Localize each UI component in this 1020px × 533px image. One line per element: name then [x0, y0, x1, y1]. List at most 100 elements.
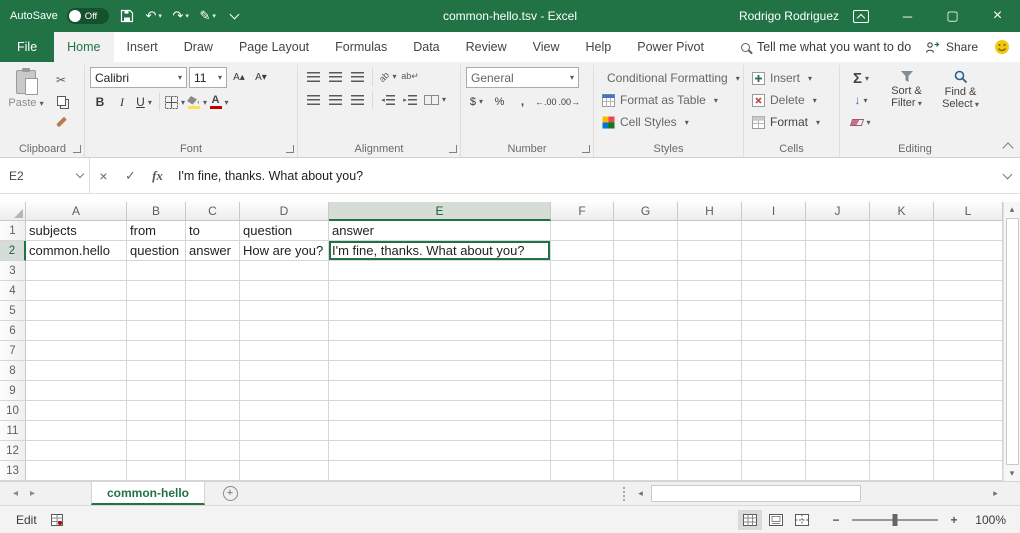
row-header-11[interactable]: 11 [0, 421, 26, 441]
cell-B2[interactable]: question [127, 241, 186, 261]
cell-J3[interactable] [806, 261, 870, 281]
column-header-E[interactable]: E [329, 202, 551, 221]
cell-E9[interactable] [329, 381, 551, 401]
horizontal-scrollbar[interactable]: ◂ ▸ [632, 482, 1004, 505]
row-header-4[interactable]: 4 [0, 281, 26, 301]
cell-L4[interactable] [934, 281, 1003, 301]
tab-power-pivot[interactable]: Power Pivot [624, 32, 717, 62]
column-header-H[interactable]: H [678, 202, 742, 221]
cell-I3[interactable] [742, 261, 806, 281]
underline-button[interactable]: U [134, 92, 154, 112]
align-left-button[interactable] [303, 90, 323, 109]
zoom-in-button[interactable]: + [947, 513, 961, 527]
select-all-button[interactable] [0, 202, 26, 221]
scroll-left-icon[interactable]: ◂ [632, 488, 649, 499]
italic-button[interactable]: I [112, 92, 132, 112]
cell-E12[interactable] [329, 441, 551, 461]
row-header-10[interactable]: 10 [0, 401, 26, 421]
autosave-toggle[interactable]: Off [67, 8, 109, 24]
vertical-scroll-thumb[interactable] [1006, 218, 1019, 465]
cell-G9[interactable] [614, 381, 678, 401]
page-layout-view-button[interactable] [764, 510, 788, 530]
merge-center-button[interactable] [422, 90, 448, 109]
cell-D4[interactable] [240, 281, 329, 301]
cell-I2[interactable] [742, 241, 806, 261]
cell-J8[interactable] [806, 361, 870, 381]
font-size-select[interactable]: 11 [189, 67, 227, 88]
column-header-G[interactable]: G [614, 202, 678, 221]
cell-K13[interactable] [870, 461, 934, 481]
sheet-nav-left-icon[interactable]: ◂ [7, 488, 24, 499]
cell-C5[interactable] [186, 301, 240, 321]
undo-button[interactable]: ↶ [145, 5, 163, 27]
align-middle-button[interactable] [325, 67, 345, 86]
cell-B1[interactable]: from [127, 221, 186, 241]
cell-D11[interactable] [240, 421, 329, 441]
new-sheet-button[interactable]: + [219, 483, 241, 505]
row-header-9[interactable]: 9 [0, 381, 26, 401]
align-center-button[interactable] [325, 90, 345, 109]
redo-button[interactable]: ↷ [172, 5, 190, 27]
cell-B13[interactable] [127, 461, 186, 481]
name-box[interactable]: E2 [0, 158, 90, 193]
minimize-button[interactable]: ─ [885, 0, 930, 32]
cell-F3[interactable] [551, 261, 614, 281]
sort-filter-button[interactable]: Sort & Filter [882, 67, 931, 132]
font-family-select[interactable]: Calibri [90, 67, 187, 88]
cell-A2[interactable]: common.hello [26, 241, 127, 261]
cell-E13[interactable] [329, 461, 551, 481]
ink-button[interactable]: ✎ [199, 5, 217, 27]
cell-A7[interactable] [26, 341, 127, 361]
cell-J13[interactable] [806, 461, 870, 481]
cell-C4[interactable] [186, 281, 240, 301]
cell-F9[interactable] [551, 381, 614, 401]
format-as-table-button[interactable]: Format as Table [599, 89, 738, 111]
cell-C8[interactable] [186, 361, 240, 381]
cut-button[interactable]: ✂ [49, 71, 73, 88]
copy-button[interactable] [49, 92, 73, 109]
cell-I6[interactable] [742, 321, 806, 341]
cell-K6[interactable] [870, 321, 934, 341]
cell-F5[interactable] [551, 301, 614, 321]
cell-F11[interactable] [551, 421, 614, 441]
cell-I8[interactable] [742, 361, 806, 381]
cell-B7[interactable] [127, 341, 186, 361]
cell-G1[interactable] [614, 221, 678, 241]
cell-B5[interactable] [127, 301, 186, 321]
row-header-6[interactable]: 6 [0, 321, 26, 341]
clipboard-dialog-launcher-icon[interactable] [73, 145, 81, 153]
cell-E2[interactable]: I'm fine, thanks. What about you? [329, 241, 551, 261]
tab-file[interactable]: File [0, 32, 54, 62]
cell-K9[interactable] [870, 381, 934, 401]
cell-G3[interactable] [614, 261, 678, 281]
cell-I7[interactable] [742, 341, 806, 361]
cell-C9[interactable] [186, 381, 240, 401]
cell-D7[interactable] [240, 341, 329, 361]
user-name[interactable]: Rodrigo Rodriguez [739, 9, 839, 23]
cell-C11[interactable] [186, 421, 240, 441]
cell-B8[interactable] [127, 361, 186, 381]
share-button[interactable]: Share [925, 32, 978, 62]
cell-G8[interactable] [614, 361, 678, 381]
cell-G6[interactable] [614, 321, 678, 341]
cell-E6[interactable] [329, 321, 551, 341]
insert-function-button[interactable]: fx [144, 158, 171, 193]
decrease-font-size-button[interactable]: A▾ [251, 68, 271, 88]
cell-E8[interactable] [329, 361, 551, 381]
tab-page-layout[interactable]: Page Layout [226, 32, 322, 62]
number-format-select[interactable]: General [466, 67, 579, 88]
decrease-indent-button[interactable] [378, 90, 398, 109]
row-header-8[interactable]: 8 [0, 361, 26, 381]
cell-G7[interactable] [614, 341, 678, 361]
cell-D2[interactable]: How are you? [240, 241, 329, 261]
zoom-slider[interactable] [852, 519, 938, 521]
percent-style-button[interactable]: % [489, 92, 510, 111]
row-header-13[interactable]: 13 [0, 461, 26, 481]
cell-I10[interactable] [742, 401, 806, 421]
cell-L10[interactable] [934, 401, 1003, 421]
cell-D13[interactable] [240, 461, 329, 481]
cell-K5[interactable] [870, 301, 934, 321]
cell-K12[interactable] [870, 441, 934, 461]
cell-A6[interactable] [26, 321, 127, 341]
increase-decimal-button[interactable]: ←.00 [535, 92, 557, 111]
